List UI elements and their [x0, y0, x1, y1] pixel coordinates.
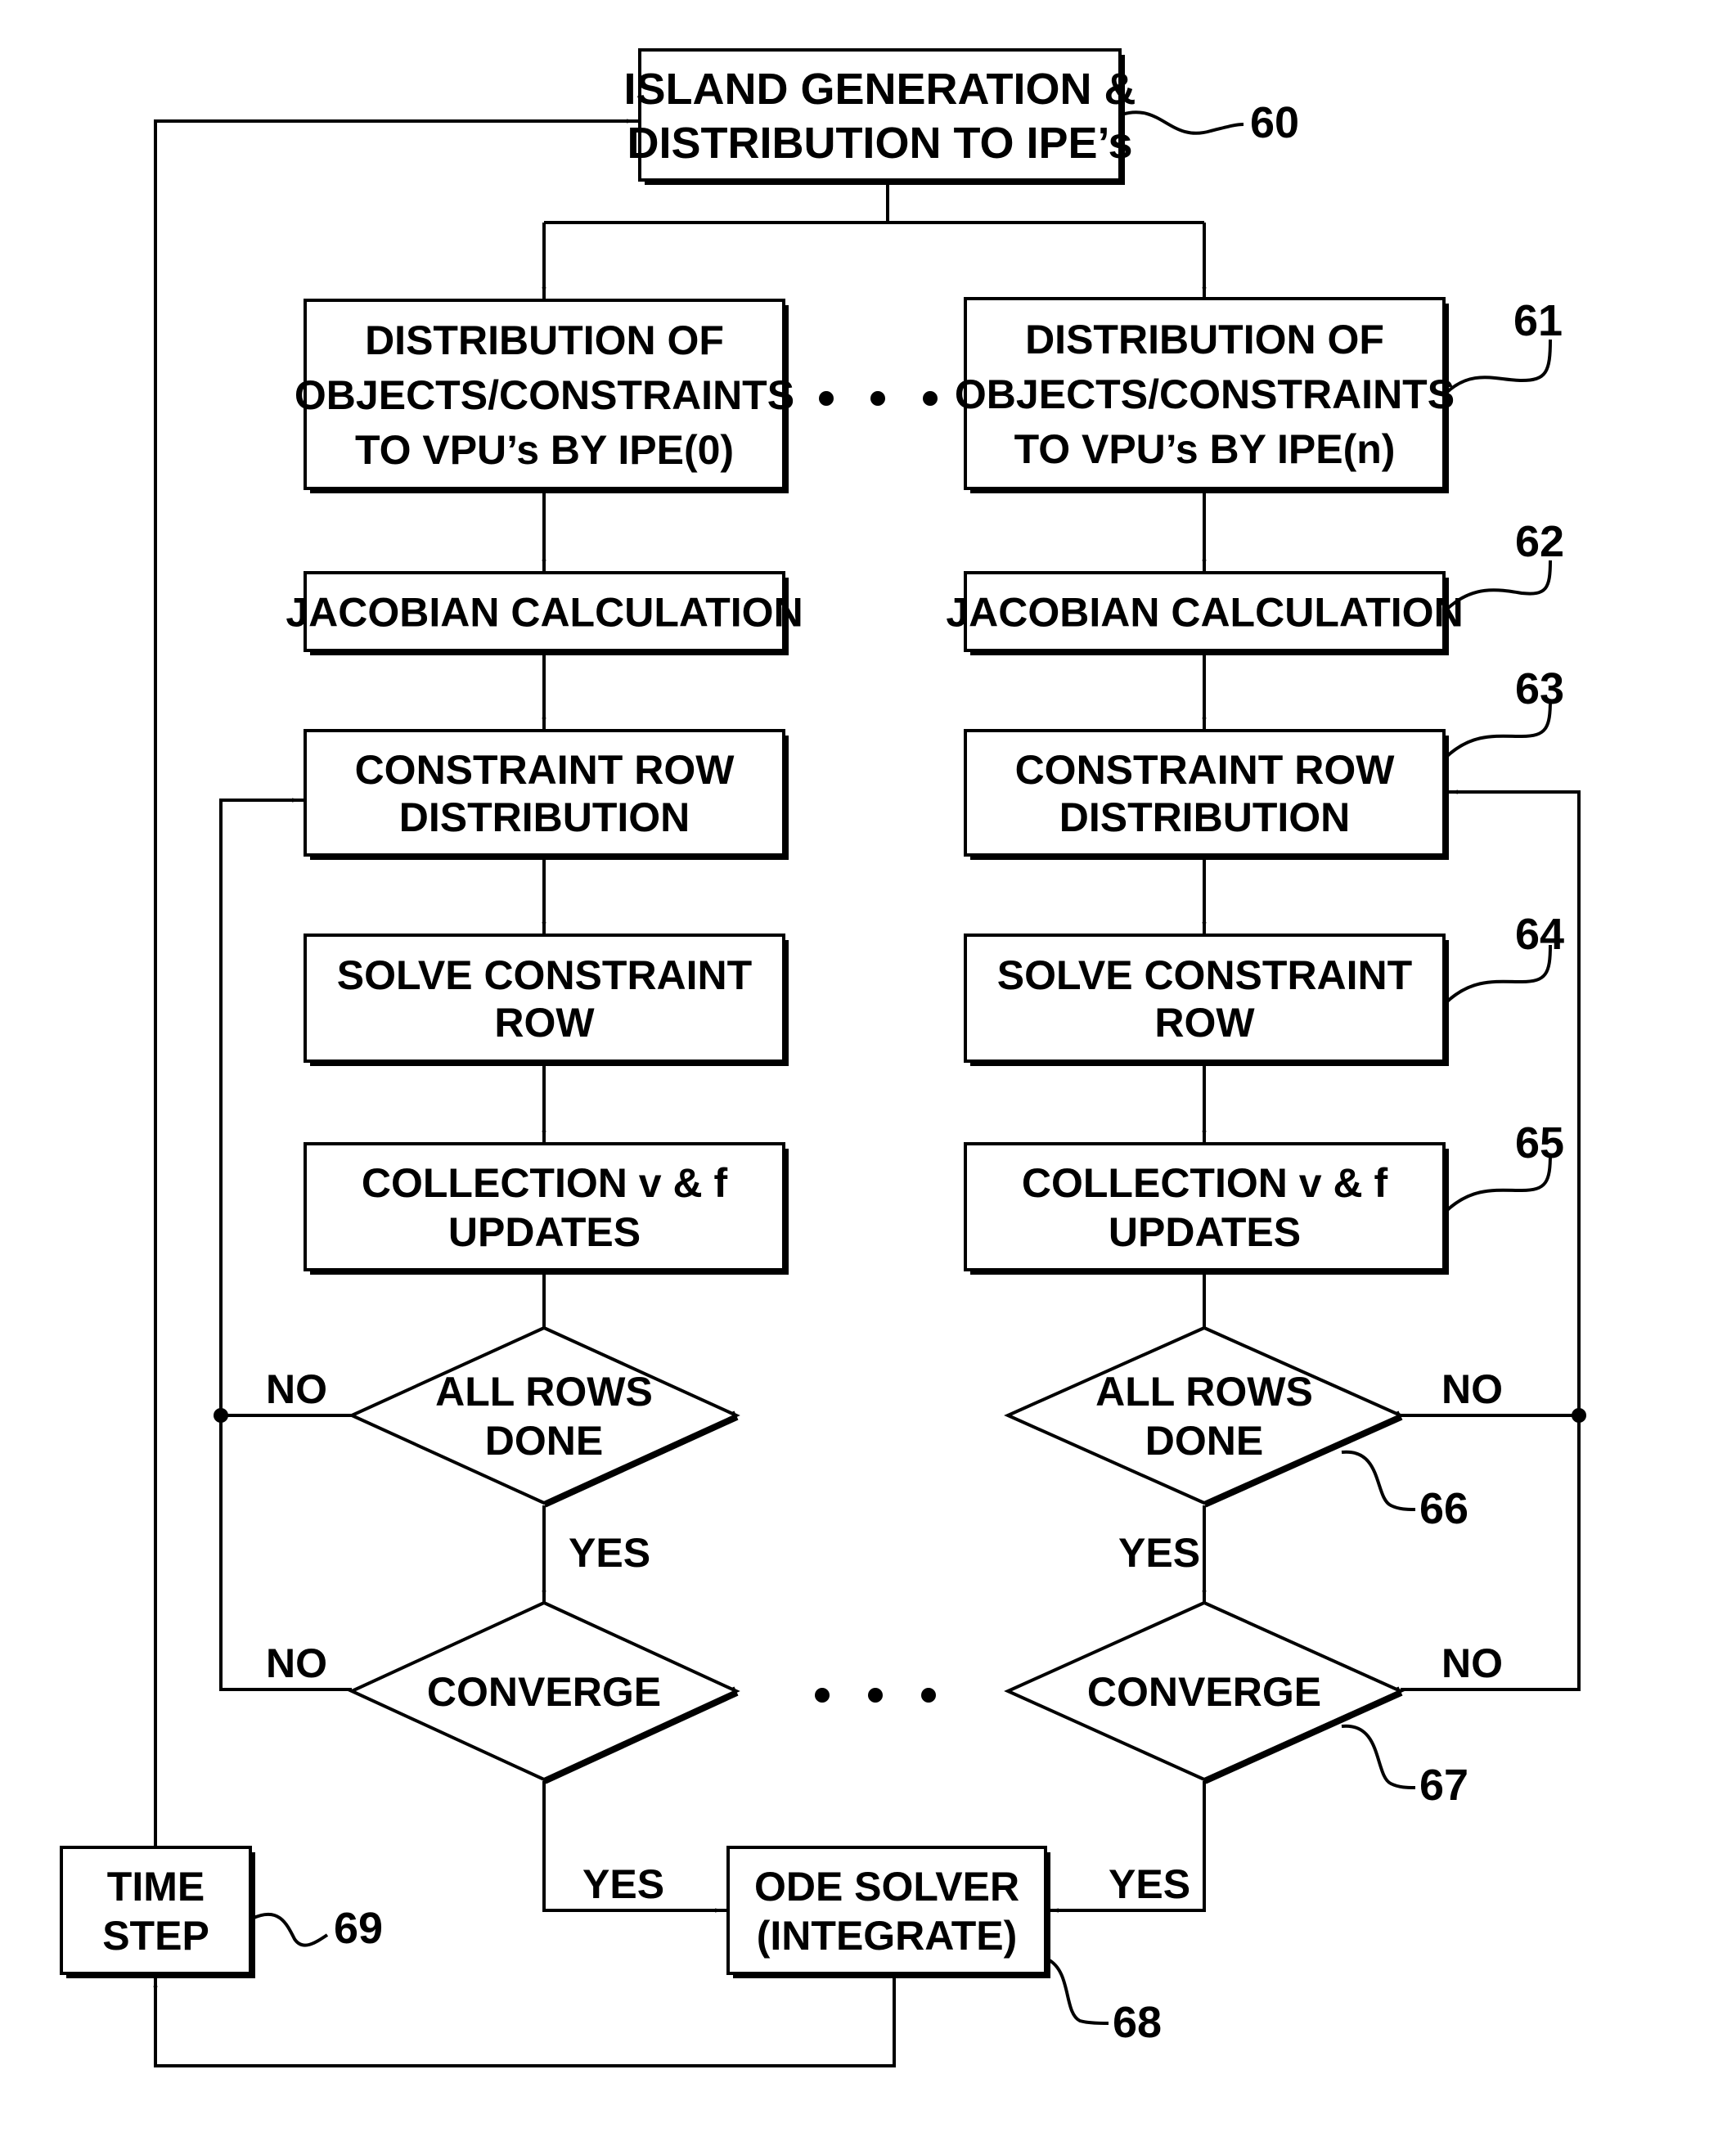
ref-62: 62	[1445, 517, 1564, 611]
ref-63: 63	[1445, 664, 1564, 758]
converge-diamond-right: CONVERGE	[1004, 1600, 1405, 1784]
label-no-rows-left: NO	[266, 1366, 327, 1412]
jacobian-box-left: JACOBIAN CALCULATION	[286, 571, 803, 655]
label-yes-conv-right: YES	[1109, 1861, 1190, 1907]
ref-69: 69	[251, 1904, 383, 1953]
all-rows-done-diamond-left-line: DONE	[485, 1418, 603, 1464]
ref-61: 61	[1445, 296, 1563, 394]
arrow-ode-timestep	[153, 1975, 896, 2067]
ellipsis-dots-bottom	[815, 1688, 936, 1703]
ref-67-numeral: 67	[1419, 1761, 1468, 1810]
island-generation-box: ISLAND GENERATION & DISTRIBUTION TO IPE’s	[623, 48, 1136, 185]
ref-65-numeral: 65	[1515, 1118, 1564, 1167]
jacobian-box-left-line: JACOBIAN CALCULATION	[286, 590, 803, 636]
collection-updates-box-left-line: COLLECTION v & f	[362, 1160, 728, 1206]
solve-constraint-row-box-left-line: ROW	[494, 1000, 595, 1046]
label-no-conv-right: NO	[1441, 1640, 1503, 1686]
distribution-box-ipe0-line: TO VPU’s BY IPE(0)	[355, 427, 734, 473]
solve-constraint-row-box-left: SOLVE CONSTRAINTROW	[304, 934, 789, 1066]
jacobian-box-right-line: JACOBIAN CALCULATION	[946, 590, 1463, 636]
junction-dot-left	[214, 1408, 228, 1423]
ref-67: 67	[1341, 1724, 1468, 1810]
collection-updates-box-left-line: UPDATES	[448, 1209, 641, 1255]
all-rows-done-diamond-left: ALL ROWSDONE	[348, 1325, 740, 1508]
converge-diamond-right-line: CONVERGE	[1087, 1669, 1321, 1715]
label-yes-rows-right: YES	[1118, 1530, 1200, 1576]
ref-69-numeral: 69	[334, 1904, 383, 1953]
distribution-box-ipen-line: OBJECTS/CONSTRAINTS	[955, 371, 1455, 417]
constraint-row-distribution-box-left-line: CONSTRAINT ROW	[355, 747, 735, 793]
solve-constraint-row-box-right-line: ROW	[1154, 1000, 1255, 1046]
ellipsis-dots-top	[819, 391, 938, 406]
constraint-row-distribution-box-left-line: DISTRIBUTION	[399, 794, 690, 840]
jacobian-box-right: JACOBIAN CALCULATION	[946, 571, 1464, 655]
ref-68-numeral: 68	[1113, 1998, 1162, 2047]
ode-solver-box-line: ODE SOLVER	[754, 1864, 1019, 1910]
label-no-rows-right: NO	[1441, 1366, 1503, 1412]
distribution-box-ipe0: DISTRIBUTION OF OBJECTS/CONSTRAINTS TO VPU…	[295, 299, 794, 493]
distribution-box-ipen-line: TO VPU’s BY IPE(n)	[1014, 426, 1396, 472]
label-yes-rows-left: YES	[569, 1530, 650, 1576]
ref-64: 64	[1445, 910, 1564, 1004]
time-step-box-line: STEP	[102, 1913, 209, 1959]
island-generation-box-line: DISTRIBUTION TO IPE’s	[627, 119, 1132, 168]
all-rows-done-diamond-right-line: ALL ROWS	[1095, 1369, 1313, 1415]
ref-64-numeral: 64	[1515, 910, 1564, 959]
flowchart: ISLAND GENERATION & DISTRIBUTION TO IPE’s…	[60, 48, 1586, 2067]
solve-constraint-row-box-right-line: SOLVE CONSTRAINT	[997, 952, 1412, 998]
converge-diamond-left: CONVERGE	[348, 1600, 740, 1784]
ode-solver-box-line: (INTEGRATE)	[757, 1913, 1017, 1959]
ref-65: 65	[1445, 1118, 1564, 1212]
time-step-box: TIMESTEP	[60, 1846, 255, 1978]
label-no-conv-left: NO	[266, 1640, 327, 1686]
converge-diamond-left-line: CONVERGE	[427, 1669, 661, 1715]
ref-66-numeral: 66	[1419, 1484, 1468, 1533]
ref-63-numeral: 63	[1515, 664, 1564, 713]
time-step-box-line: TIME	[107, 1864, 205, 1910]
distribution-box-ipe0-line: DISTRIBUTION OF	[365, 317, 724, 363]
ref-61-numeral: 61	[1513, 296, 1563, 345]
ref-60: 60	[1121, 98, 1299, 147]
constraint-row-distribution-box-left: CONSTRAINT ROWDISTRIBUTION	[304, 729, 789, 860]
constraint-row-distribution-box-right-line: DISTRIBUTION	[1059, 794, 1351, 840]
constraint-row-distribution-box-right: CONSTRAINT ROWDISTRIBUTION	[964, 729, 1449, 860]
ref-60-numeral: 60	[1250, 98, 1299, 147]
ref-68: 68	[1046, 1958, 1162, 2047]
all-rows-done-diamond-right: ALL ROWSDONE	[1004, 1325, 1405, 1508]
all-rows-done-diamond-right-line: DONE	[1145, 1418, 1263, 1464]
decision-diamonds: ALL ROWSDONEALL ROWSDONECONVERGE CONVERGE	[348, 1325, 1405, 1784]
all-rows-done-diamond-left-line: ALL ROWS	[435, 1369, 653, 1415]
solve-constraint-row-box-left-line: SOLVE CONSTRAINT	[337, 952, 752, 998]
distribution-box-ipe0-line: OBJECTS/CONSTRAINTS	[295, 372, 794, 418]
distribution-box-ipen-line: DISTRIBUTION OF	[1025, 317, 1384, 362]
constraint-row-distribution-box-right-line: CONSTRAINT ROW	[1015, 747, 1396, 793]
ref-62-numeral: 62	[1515, 517, 1564, 566]
junction-dot-right	[1572, 1408, 1586, 1423]
ref-66: 66	[1341, 1450, 1468, 1533]
island-generation-box-line: ISLAND GENERATION &	[623, 65, 1136, 114]
ode-solver-box: ODE SOLVER(INTEGRATE)	[726, 1846, 1050, 1978]
solve-constraint-row-box-right: SOLVE CONSTRAINTROW	[964, 934, 1449, 1066]
collection-updates-box-left: COLLECTION v & fUPDATES	[304, 1142, 789, 1275]
distribution-box-ipen: DISTRIBUTION OF OBJECTS/CONSTRAINTS TO VPU…	[955, 297, 1455, 493]
label-yes-conv-left: YES	[582, 1861, 664, 1907]
collection-updates-box-right-line: UPDATES	[1109, 1209, 1301, 1255]
collection-updates-box-right-line: COLLECTION v & f	[1022, 1160, 1388, 1206]
collection-updates-box-right: COLLECTION v & fUPDATES	[964, 1142, 1449, 1275]
